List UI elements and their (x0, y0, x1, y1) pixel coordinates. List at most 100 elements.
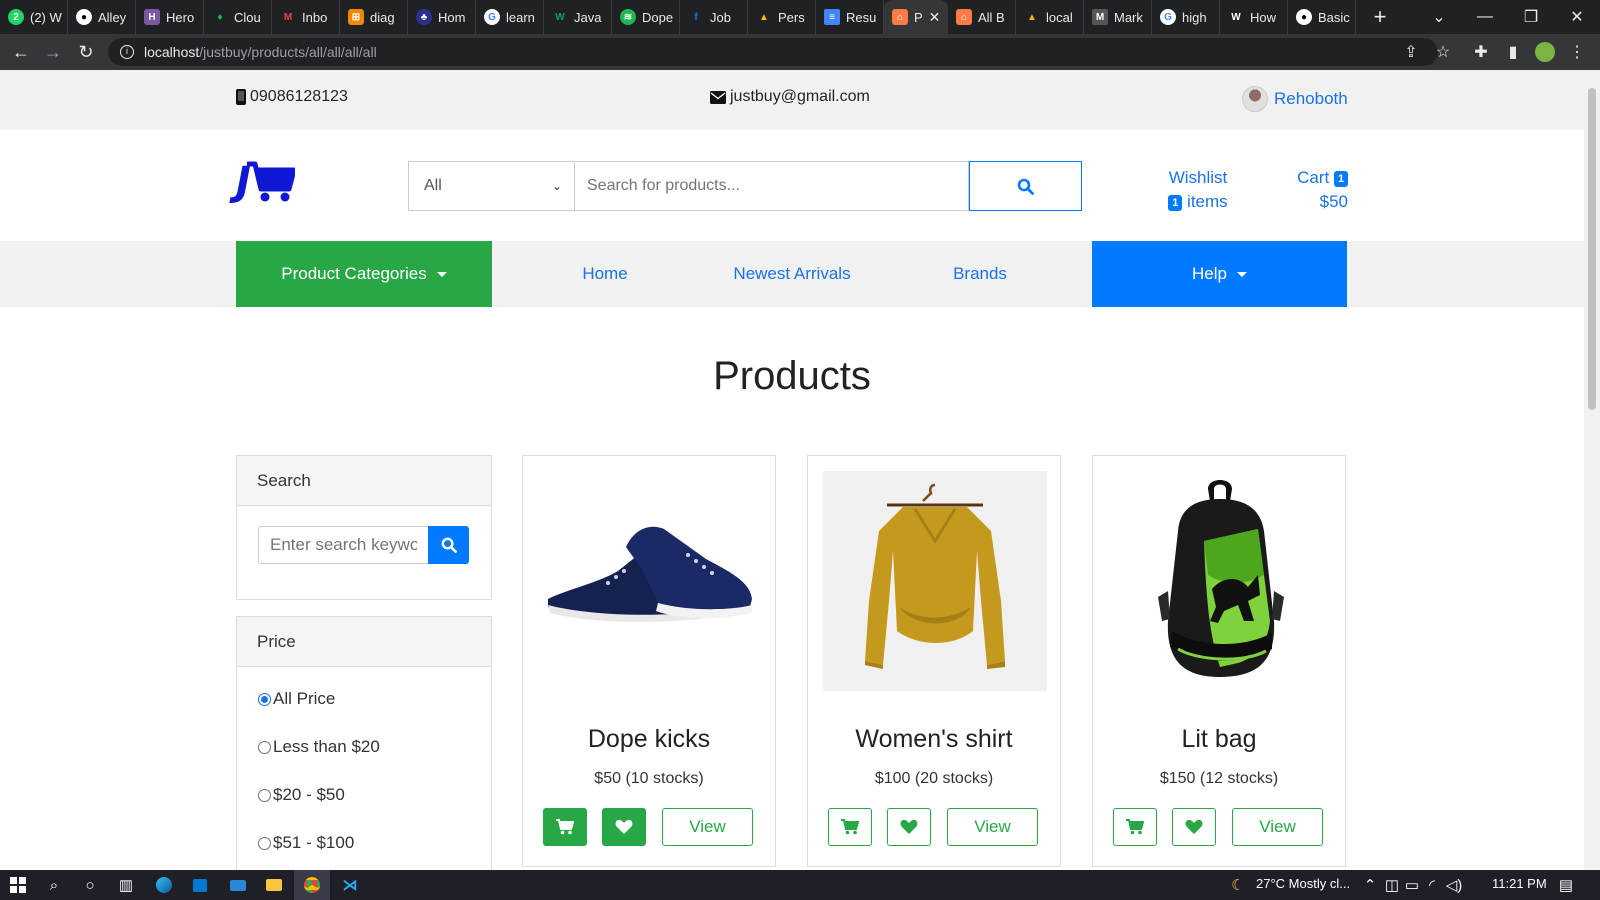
url-bar[interactable]: i localhost/justbuy/products/all/all/all… (108, 38, 1438, 66)
site-info-icon[interactable]: i (120, 45, 134, 59)
clock[interactable]: 11:21 PM (1492, 876, 1547, 891)
windows-start-icon[interactable] (0, 870, 36, 900)
view-product-button[interactable]: View (947, 808, 1038, 846)
minimize-button[interactable]: — (1462, 0, 1508, 34)
notifications-icon[interactable]: ▤ (1548, 870, 1584, 900)
battery-icon[interactable]: ▭ (1402, 870, 1422, 900)
browser-tab[interactable]: 2 (2) W (0, 0, 68, 34)
nav-brands[interactable]: Brands (905, 241, 1055, 307)
price-option-20-50[interactable]: $20 - $50 (258, 785, 345, 805)
browser-tab[interactable]: ● Basic (1288, 0, 1356, 34)
radio-button[interactable] (258, 740, 271, 754)
forward-button[interactable]: → (37, 42, 69, 63)
mail-icon[interactable] (220, 870, 256, 900)
product-name[interactable]: Lit bag (1093, 725, 1345, 754)
product-search-input[interactable] (575, 161, 969, 211)
radio-button[interactable] (258, 836, 271, 850)
product-price: $150 (12 stocks) (1159, 770, 1279, 787)
price-option-51-100[interactable]: $51 - $100 (258, 833, 354, 853)
add-to-cart-button[interactable] (828, 808, 872, 846)
tab-search-chevron-icon[interactable]: ⌄ (1416, 0, 1462, 34)
browser-tab[interactable]: W How (1220, 0, 1288, 34)
nav-newest-arrivals[interactable]: Newest Arrivals (717, 241, 867, 307)
google-icon: G (484, 9, 500, 25)
radio-button[interactable] (258, 692, 271, 706)
site-favicon-icon: ⌂ (956, 9, 972, 25)
share-icon[interactable]: ⇪ (1396, 34, 1426, 70)
product-categories-dropdown[interactable]: Product Categories (236, 241, 492, 307)
profile-avatar[interactable] (1530, 34, 1560, 70)
view-product-button[interactable]: View (662, 808, 753, 846)
browser-tab[interactable]: ▲ local (1016, 0, 1084, 34)
keyword-search-button[interactable] (428, 526, 469, 564)
browser-tab[interactable]: W Java (544, 0, 612, 34)
bookmark-star-icon[interactable]: ☆ (1428, 34, 1458, 70)
close-window-button[interactable]: ✕ (1554, 0, 1600, 34)
price-option-all[interactable]: All Price (258, 689, 335, 709)
chrome-icon[interactable] (294, 870, 330, 900)
product-image-backpack[interactable] (1108, 471, 1332, 691)
search-icon[interactable]: ⌕ (36, 870, 72, 900)
page-scrollbar[interactable] (1584, 70, 1600, 870)
edge-icon[interactable] (146, 870, 182, 900)
browser-tab[interactable]: f Job (680, 0, 748, 34)
price-option-under-20[interactable]: Less than $20 (258, 737, 380, 757)
volume-icon[interactable]: ◁) (1444, 870, 1464, 900)
add-to-wishlist-button[interactable] (602, 808, 646, 846)
help-dropdown[interactable]: Help (1092, 241, 1347, 307)
cortana-icon[interactable]: ○ (72, 870, 108, 900)
file-explorer-icon[interactable] (256, 870, 292, 900)
nav-home[interactable]: Home (530, 241, 680, 307)
add-to-wishlist-button[interactable] (887, 808, 931, 846)
gmail-icon: M (283, 11, 293, 23)
chevron-up-icon[interactable]: ⌃ (1360, 870, 1380, 900)
browser-tab[interactable]: M Mark (1084, 0, 1152, 34)
browser-tab[interactable]: ⊞ diag (340, 0, 408, 34)
product-name[interactable]: Dope kicks (523, 725, 775, 754)
cart-link[interactable]: Cart 1 $50 (1262, 166, 1348, 214)
keyword-search-input[interactable] (258, 526, 428, 564)
vscode-icon[interactable]: ⋊ (332, 870, 368, 900)
browser-tab[interactable]: ♣ Hom (408, 0, 476, 34)
mongodb-icon: ♦ (217, 11, 223, 23)
chrome-menu-icon[interactable]: ⋮ (1562, 34, 1592, 70)
new-tab-button[interactable]: + (1366, 4, 1394, 30)
radio-button[interactable] (258, 788, 271, 802)
browser-tab[interactable]: ♦ Clou (204, 0, 272, 34)
product-name[interactable]: Women's shirt (808, 725, 1060, 754)
weather-text[interactable]: 27°C Mostly cl... (1256, 876, 1350, 891)
add-to-cart-button[interactable] (543, 808, 587, 846)
browser-tab[interactable]: ≡ Resu (816, 0, 884, 34)
site-logo[interactable]: J (236, 158, 306, 206)
browser-tab[interactable]: H Hero (136, 0, 204, 34)
browser-tab[interactable]: ▲ Pers (748, 0, 816, 34)
task-view-icon[interactable]: ▥ (108, 870, 144, 900)
user-menu[interactable]: Rehoboth (1242, 86, 1348, 112)
product-image-shoe[interactable] (538, 471, 762, 691)
add-to-wishlist-button[interactable] (1172, 808, 1216, 846)
browser-tab[interactable]: M Inbo (272, 0, 340, 34)
browser-tab[interactable]: ⌂ All B (948, 0, 1016, 34)
restore-button[interactable]: ❐ (1508, 0, 1554, 34)
meet-now-icon[interactable]: ◫ (1382, 870, 1402, 900)
store-icon[interactable] (182, 870, 218, 900)
scrollbar-thumb[interactable] (1588, 88, 1596, 410)
reload-button[interactable]: ↻ (70, 42, 102, 63)
category-select[interactable]: All ⌄ (408, 161, 575, 211)
side-panel-icon[interactable]: ▮ (1498, 34, 1528, 70)
back-button[interactable]: ← (5, 42, 37, 63)
close-tab-icon[interactable]: ✕ (929, 9, 941, 26)
browser-tab[interactable]: Glearn (476, 0, 544, 34)
view-product-button[interactable]: View (1232, 808, 1323, 846)
browser-tab[interactable]: Ghigh (1152, 0, 1220, 34)
search-button[interactable] (969, 161, 1082, 211)
wishlist-link[interactable]: Wishlist 1 items (1158, 166, 1238, 214)
extensions-icon[interactable]: ✚ (1466, 34, 1496, 70)
add-to-cart-button[interactable] (1113, 808, 1157, 846)
browser-tab-active[interactable]: ⌂ P ✕ (884, 0, 948, 34)
browser-tab[interactable]: ● Alley (68, 0, 136, 34)
wifi-icon[interactable]: ◜ (1422, 870, 1442, 900)
browser-tab[interactable]: ≋ Dope (612, 0, 680, 34)
cart-count-badge: 1 (1334, 170, 1348, 187)
product-image-sweater[interactable] (823, 471, 1047, 691)
